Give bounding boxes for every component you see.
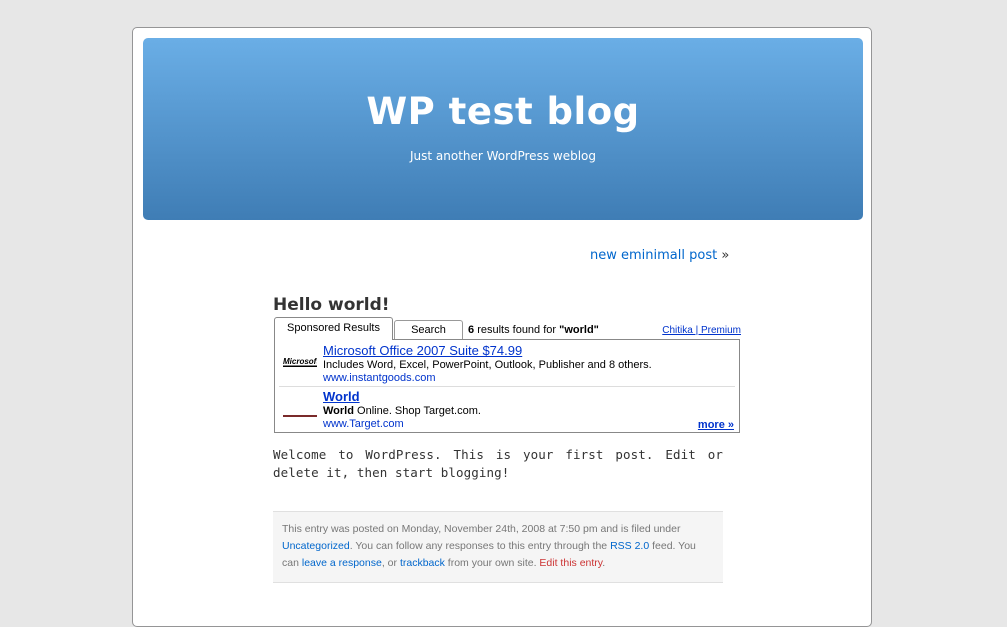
target-logo-icon[interactable] (283, 406, 317, 424)
blog-description: Just another WordPress weblog (409, 149, 596, 163)
tab-search[interactable]: Search (394, 320, 463, 339)
page-container: WP test blog Just another WordPress webl… (132, 27, 872, 627)
more-results-link[interactable]: more » (698, 419, 734, 431)
ad-results-box: Microsoft Microsoft Office 2007 Suite $7… (274, 339, 740, 433)
blog-title[interactable]: WP test blog (143, 90, 863, 133)
edit-entry-link[interactable]: Edit this entry (539, 557, 602, 569)
tab-sponsored-results[interactable]: Sponsored Results (274, 317, 393, 340)
ad-provider-link[interactable]: Chitika | Premium (662, 325, 741, 336)
ad-query: "world" (559, 324, 599, 336)
ad-count-number: 6 (468, 324, 475, 336)
post-title[interactable]: Hello world! (273, 295, 390, 315)
ad-desc-text: Online. Shop Target.com. (353, 405, 481, 417)
ad-description: Includes Word, Excel, PowerPoint, Outloo… (323, 359, 652, 371)
ad-item-text: World World Online. Shop Target.com. www… (323, 389, 733, 430)
post-meta-box: This entry was posted on Monday, Novembe… (273, 511, 723, 583)
ad-item-text: Microsoft Office 2007 Suite $74.99 Inclu… (323, 343, 733, 384)
ad-description: World Online. Shop Target.com. (323, 404, 733, 418)
ad-separator (279, 386, 735, 387)
rss-feed-link[interactable]: RSS 2.0 (610, 540, 649, 552)
ad-title-link[interactable]: World (323, 389, 733, 404)
meta-text: . (602, 557, 606, 569)
svg-text:Microsoft: Microsoft (283, 357, 317, 366)
ad-desc-bold: World (323, 405, 354, 417)
meta-text: This entry was posted on Monday, Novembe… (282, 523, 681, 535)
ad-title-link[interactable]: Microsoft Office 2007 Suite $74.99 (323, 343, 733, 358)
sponsored-ad-unit: Sponsored Results Search 6 results found… (274, 316, 741, 433)
post-content: Welcome to WordPress. This is your first… (273, 447, 723, 480)
ad-url[interactable]: www.Target.com (323, 418, 733, 430)
trackback-link[interactable]: trackback (400, 557, 445, 569)
meta-text: , or (381, 557, 398, 569)
next-arrow: » (721, 248, 730, 263)
ad-count-text: results found for (477, 324, 557, 336)
leave-response-link[interactable]: leave a response (302, 557, 382, 569)
meta-text: from your own site. (447, 557, 537, 569)
category-link[interactable]: Uncategorized (282, 540, 350, 552)
next-post-link[interactable]: new eminimall post (590, 248, 717, 263)
ad-url[interactable]: www.instantgoods.com (323, 372, 733, 384)
next-post-nav: new eminimall post » (590, 248, 729, 263)
ad-results-count: 6 results found for "world" (468, 324, 599, 336)
microsoft-logo-icon[interactable]: Microsoft (283, 355, 319, 373)
meta-text: . You can follow any responses to this e… (349, 540, 608, 552)
blog-header: WP test blog Just another WordPress webl… (143, 38, 863, 220)
